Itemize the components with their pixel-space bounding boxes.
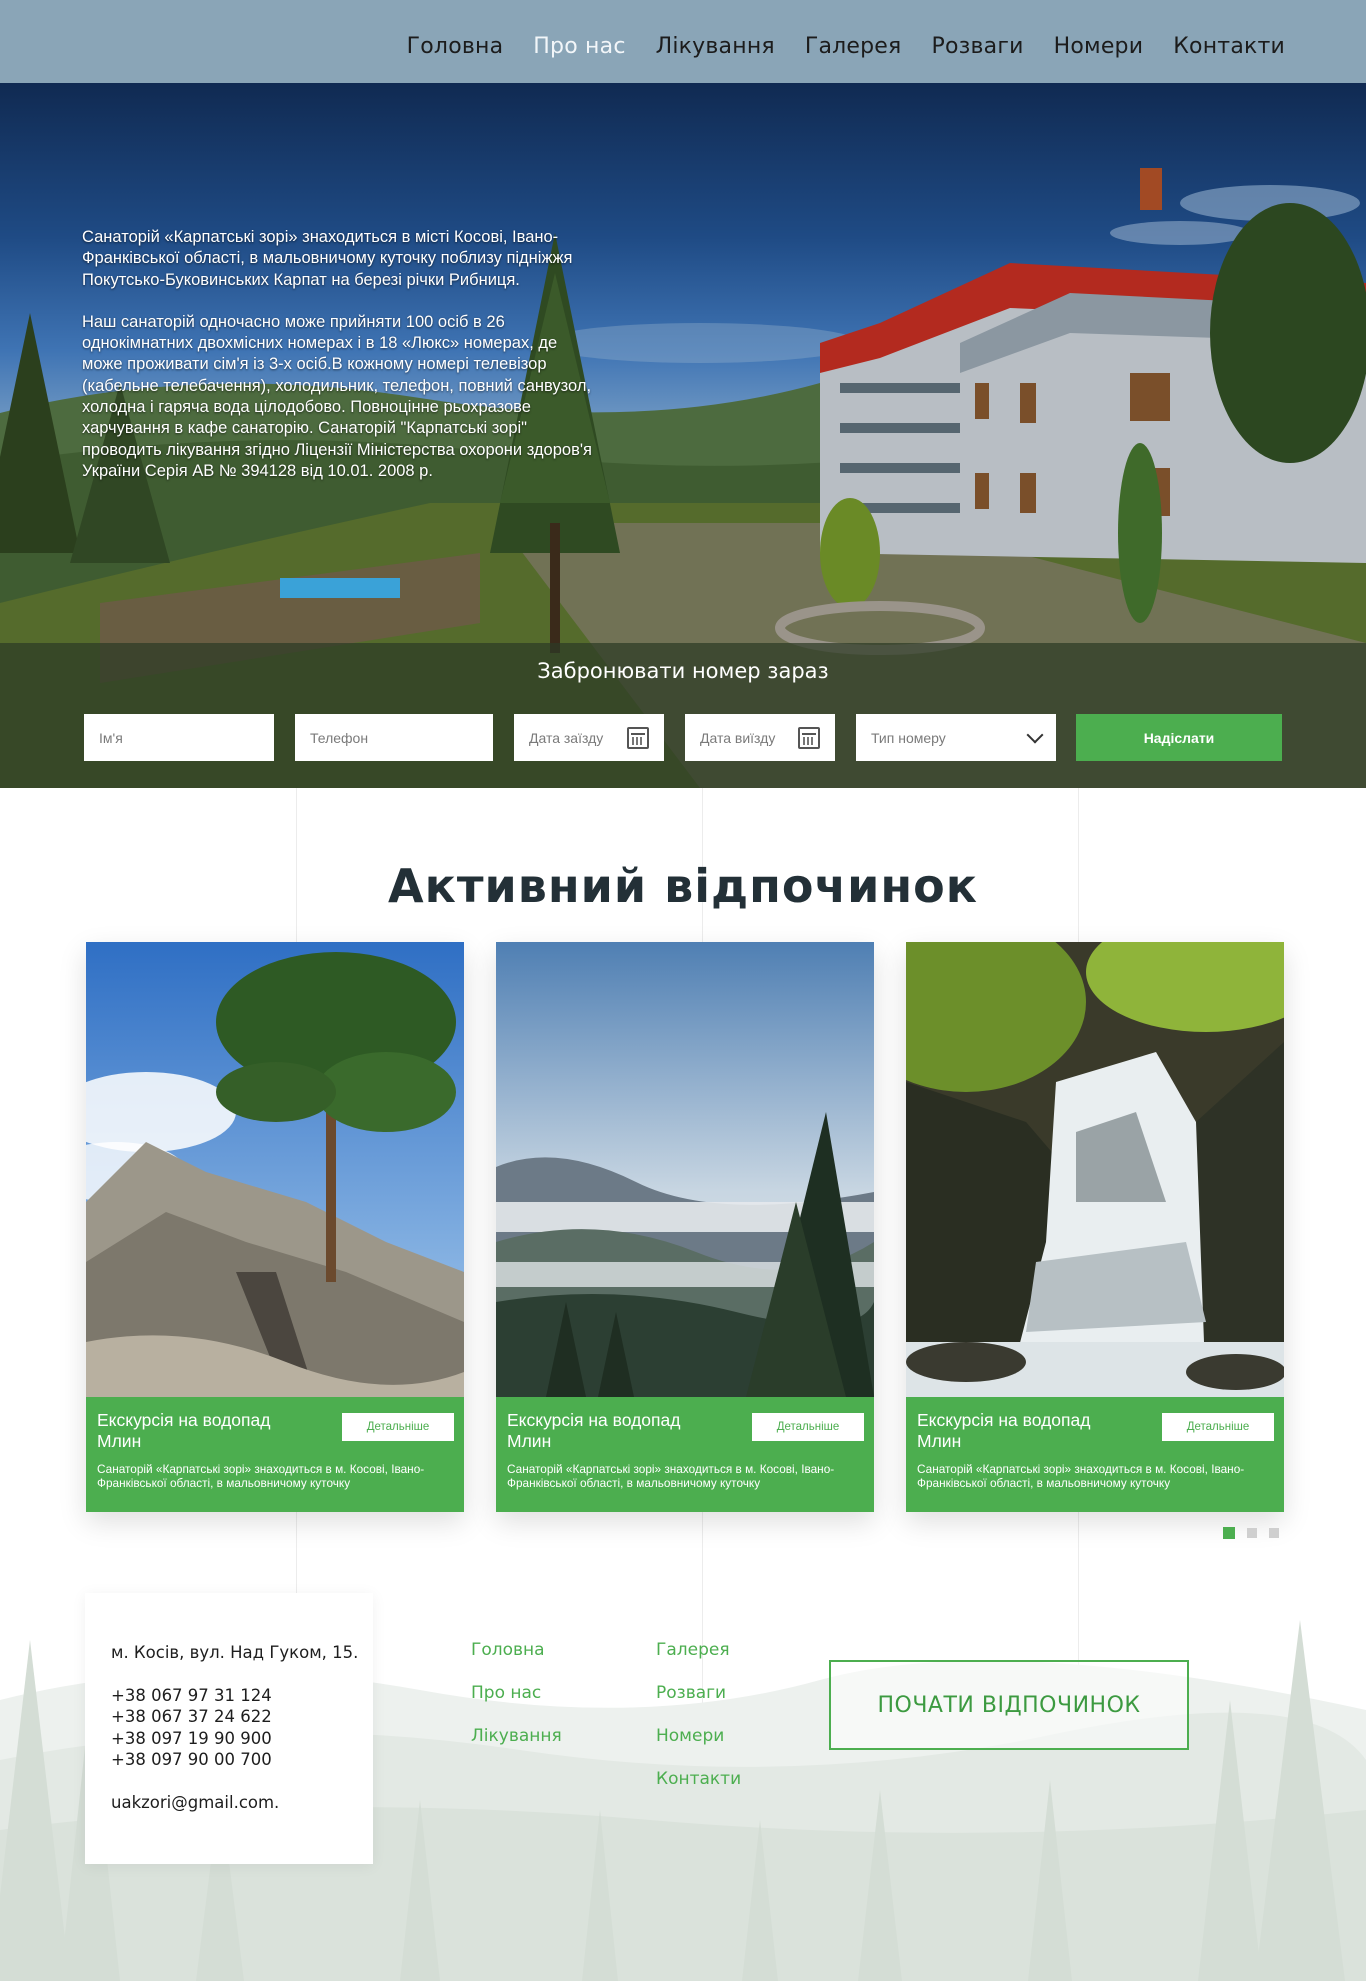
card-info: Екскурсія на водопад Млин Детальніше Сан…	[906, 1397, 1284, 1512]
footer-links-col1: Головна Про нас Лікування	[471, 1640, 562, 1769]
chevron-down-icon	[1026, 726, 1044, 743]
card-title: Екскурсія на водопад Млин	[97, 1410, 271, 1451]
calendar-icon[interactable]	[798, 726, 820, 749]
card-info: Екскурсія на водопад Млин Детальніше Сан…	[496, 1397, 874, 1512]
details-button[interactable]: Детальніше	[1162, 1413, 1274, 1441]
footer-link-home[interactable]: Головна	[471, 1640, 562, 1683]
room-type-placeholder: Тип номеру	[871, 729, 946, 746]
slider-pagination	[1223, 1527, 1279, 1539]
card-title: Екскурсія на водопад Млин	[917, 1410, 1091, 1451]
booking-title: Забронювати номер зараз	[537, 659, 829, 683]
footer-links-col2: Галерея Розваги Номери Контакти	[656, 1640, 741, 1812]
card-title: Екскурсія на водопад Млин	[507, 1410, 681, 1451]
slider-dot[interactable]	[1269, 1528, 1279, 1538]
name-field[interactable]: Ім'я	[84, 714, 274, 761]
card-photo-misty-mountains	[496, 942, 874, 1397]
checkin-date-placeholder: Дата заїзду	[529, 729, 604, 746]
nav-item-home[interactable]: Головна	[407, 34, 504, 59]
about-text: Санаторій «Карпатські зорі» знаходиться …	[82, 227, 602, 503]
section-title: Активний відпочинок	[388, 859, 978, 913]
card-info: Екскурсія на водопад Млин Детальніше Сан…	[86, 1397, 464, 1512]
main-nav: Головна Про нас Лікування Галерея Розваг…	[407, 34, 1285, 59]
footer-link-gallery[interactable]: Галерея	[656, 1640, 741, 1683]
hero-banner: Санаторій «Карпатські зорі» знаходиться …	[0, 83, 1366, 788]
details-button[interactable]: Детальніше	[752, 1413, 864, 1441]
checkin-date-field[interactable]: Дата заїзду	[514, 714, 664, 761]
checkout-date-field[interactable]: Дата виїзду	[685, 714, 835, 761]
address: м. Косів, вул. Над Гуком, 15.	[111, 1643, 359, 1662]
contact-card: м. Косів, вул. Над Гуком, 15. +38 067 97…	[85, 1593, 373, 1864]
room-type-select[interactable]: Тип номеру	[856, 714, 1056, 761]
activity-card: Екскурсія на водопад Млин Детальніше Сан…	[496, 942, 874, 1512]
footer-link-treatment[interactable]: Лікування	[471, 1726, 562, 1769]
card-description: Санаторій «Карпатські зорі» знаходиться …	[917, 1462, 1245, 1490]
about-paragraph-2: Наш санаторій одночасно може прийняти 10…	[82, 312, 592, 480]
footer-link-entertainment[interactable]: Розваги	[656, 1683, 741, 1726]
footer-link-contacts[interactable]: Контакти	[656, 1769, 741, 1812]
footer-link-about[interactable]: Про нас	[471, 1683, 562, 1726]
slider-dot[interactable]	[1247, 1528, 1257, 1538]
phone-field[interactable]: Телефон	[295, 714, 493, 761]
nav-item-about[interactable]: Про нас	[533, 34, 625, 59]
activity-card: Екскурсія на водопад Млин Детальніше Сан…	[86, 942, 464, 1512]
booking-bar: Забронювати номер зараз Ім'я Телефон Дат…	[0, 643, 1366, 788]
card-photo-waterfall	[906, 942, 1284, 1397]
card-photo-rocks	[86, 942, 464, 1397]
submit-button[interactable]: Надіслати	[1076, 714, 1282, 761]
footer-link-rooms[interactable]: Номери	[656, 1726, 741, 1769]
activity-card: Екскурсія на водопад Млин Детальніше Сан…	[906, 942, 1284, 1512]
phone-number[interactable]: +38 067 37 24 622	[111, 1706, 373, 1728]
details-button[interactable]: Детальніше	[342, 1413, 454, 1441]
phone-field-placeholder: Телефон	[310, 729, 369, 746]
calendar-icon[interactable]	[627, 726, 649, 749]
card-description: Санаторій «Карпатські зорі» знаходиться …	[97, 1462, 425, 1490]
slider-dot[interactable]	[1223, 1527, 1235, 1539]
about-paragraph-1: Санаторій «Карпатські зорі» знаходиться …	[82, 228, 573, 289]
checkout-date-placeholder: Дата виїзду	[700, 729, 776, 746]
card-description: Санаторій «Карпатські зорі» знаходиться …	[507, 1462, 835, 1490]
email[interactable]: uakzori@gmail.com.	[111, 1792, 373, 1814]
site-header: Головна Про нас Лікування Галерея Розваг…	[0, 0, 1366, 83]
nav-item-entertainment[interactable]: Розваги	[931, 34, 1023, 59]
start-vacation-button[interactable]: ПОЧАТИ ВІДПОЧИНОК	[829, 1660, 1189, 1750]
nav-item-rooms[interactable]: Номери	[1054, 34, 1144, 59]
phone-number[interactable]: +38 097 19 90 900	[111, 1728, 373, 1750]
nav-item-treatment[interactable]: Лікування	[656, 34, 775, 59]
phone-number[interactable]: +38 067 97 31 124	[111, 1685, 373, 1707]
name-field-placeholder: Ім'я	[99, 729, 123, 746]
nav-item-gallery[interactable]: Галерея	[805, 34, 902, 59]
nav-item-contacts[interactable]: Контакти	[1173, 34, 1285, 59]
phone-number[interactable]: +38 097 90 00 700	[111, 1749, 373, 1771]
